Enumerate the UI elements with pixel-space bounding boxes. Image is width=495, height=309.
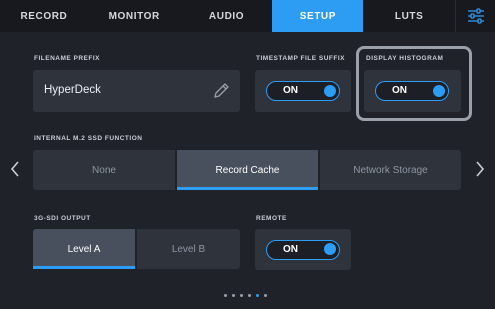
filename-prefix-field[interactable]: HyperDeck [33, 70, 240, 112]
tab-monitor[interactable]: MONITOR [88, 0, 181, 32]
sdi-option-label: Level A [67, 243, 101, 255]
ssd-option-label: None [92, 164, 116, 176]
timestamp-suffix-panel: ON [255, 70, 351, 112]
tab-audio[interactable]: AUDIO [181, 0, 273, 32]
filename-prefix-value: HyperDeck [44, 84, 101, 96]
sdi-output-label: 3G-SDI OUTPUT [34, 215, 91, 222]
page-dot[interactable] [232, 294, 235, 297]
focus-highlight [356, 46, 472, 121]
page-dot[interactable] [240, 294, 243, 297]
sliders-icon [467, 8, 484, 24]
page-dot[interactable] [224, 294, 227, 297]
remote-state: ON [283, 243, 298, 255]
timestamp-suffix-label: TIMESTAMP FILE SUFFIX [256, 55, 345, 62]
page-dot-active[interactable] [256, 294, 259, 297]
remote-panel: ON [255, 229, 351, 270]
settings-tab[interactable] [455, 0, 495, 32]
ssd-option-record-cache[interactable]: Record Cache [177, 150, 318, 190]
ssd-option-label: Record Cache [215, 164, 280, 176]
toggle-knob [324, 243, 336, 255]
toggle-knob [324, 84, 336, 97]
timestamp-suffix-toggle[interactable]: ON [266, 81, 340, 101]
sdi-option-level-b[interactable]: Level B [137, 229, 240, 269]
sdi-option-label: Level B [171, 243, 206, 255]
remote-toggle[interactable]: ON [266, 239, 340, 260]
page-dot[interactable] [248, 294, 251, 297]
chevron-right-icon[interactable] [474, 160, 486, 178]
timestamp-suffix-state: ON [283, 85, 298, 96]
tab-setup[interactable]: SETUP [272, 0, 364, 32]
ssd-option-none[interactable]: None [33, 150, 175, 190]
selected-indicator [33, 266, 135, 269]
sdi-option-level-a[interactable]: Level A [33, 229, 135, 269]
page-dot[interactable] [264, 294, 267, 297]
tab-record[interactable]: RECORD [0, 0, 88, 32]
ssd-function-label: INTERNAL M.2 SSD FUNCTION [34, 135, 143, 142]
remote-label: REMOTE [256, 215, 287, 222]
filename-prefix-label: FILENAME PREFIX [34, 55, 101, 62]
pencil-icon[interactable] [211, 81, 231, 101]
ssd-option-network-storage[interactable]: Network Storage [320, 150, 461, 190]
chevron-left-icon[interactable] [9, 160, 21, 178]
ssd-option-label: Network Storage [353, 164, 428, 176]
selected-indicator [177, 187, 318, 190]
top-navigation: RECORD MONITOR AUDIO SETUP LUTS [0, 0, 495, 32]
page-indicator [224, 294, 267, 297]
tab-luts[interactable]: LUTS [363, 0, 455, 32]
